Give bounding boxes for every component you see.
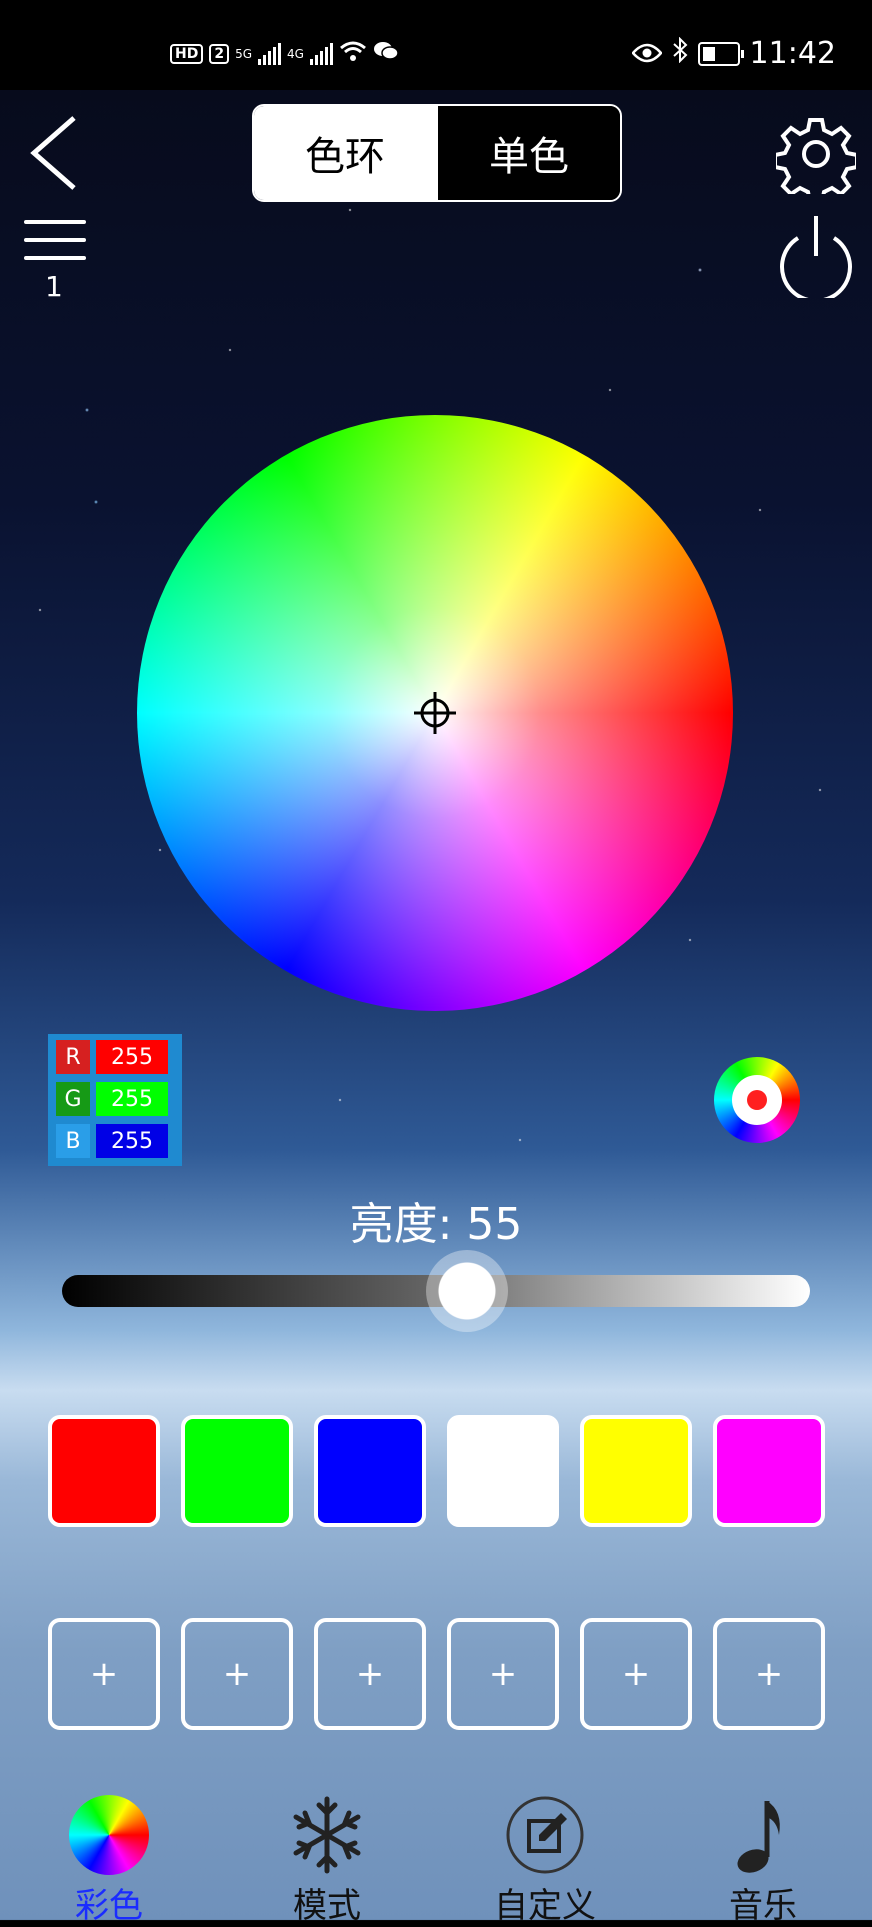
color-picker-crosshair[interactable] [414,692,456,734]
add-custom-color-button[interactable]: + [713,1618,825,1730]
color-wheel-icon [69,1795,149,1875]
preset-color-red[interactable] [48,1415,160,1527]
add-custom-color-button[interactable]: + [447,1618,559,1730]
tab-color-ring[interactable]: 色环 [254,106,436,200]
nav-item-music[interactable]: 音乐 [688,1790,838,1926]
menu-line [24,256,86,260]
status-bar: HD 2 5G 4G 11:42 [0,0,872,90]
status-right: 11:42 [630,36,836,71]
eye-icon [630,36,663,71]
battery-icon [697,41,744,66]
nav-item-color[interactable]: 彩色 [34,1790,184,1926]
preset-color-white[interactable] [447,1415,559,1527]
network-5g-label: 5G [235,46,253,61]
preset-color-magenta[interactable] [713,1415,825,1527]
menu-button[interactable] [24,220,86,276]
add-custom-color-button[interactable]: + [181,1618,293,1730]
bluetooth-icon [672,36,688,71]
mode-segmented-control: 色环 单色 [252,104,622,202]
preset-color-green[interactable] [181,1415,293,1527]
power-icon [780,216,852,303]
rgb-row-g: G 255 [56,1082,174,1116]
group-count-label: 1 [45,270,63,303]
power-button[interactable] [776,212,856,303]
brightness-label: 亮度: 55 [349,1199,523,1250]
rgb-key: G [56,1082,90,1116]
signal-icon [309,42,333,65]
add-custom-color-button[interactable]: + [580,1618,692,1730]
hd-badge: HD [170,43,204,64]
rgb-value: 255 [96,1082,168,1116]
signal-icon [258,42,282,65]
settings-button[interactable] [773,114,859,204]
tab-single-color[interactable]: 单色 [436,106,620,200]
rgb-row-b: B 255 [56,1124,174,1158]
status-time: 11:42 [749,36,836,71]
wifi-icon [339,40,367,67]
rgb-row-r: R 255 [56,1040,174,1074]
add-custom-color-button[interactable]: + [314,1618,426,1730]
preset-color-blue[interactable] [314,1415,426,1527]
rgb-key: R [56,1040,90,1074]
status-left: HD 2 5G 4G [170,40,399,67]
menu-line [24,238,86,242]
crosshair-icon [414,692,456,734]
menu-line [24,220,86,224]
color-ring-toggle-button[interactable] [714,1057,800,1143]
back-button[interactable] [20,108,90,198]
snowflake-icon [293,1796,361,1874]
nav-item-mode[interactable]: 模式 [252,1790,402,1926]
rgb-key: B [56,1124,90,1158]
nav-item-custom[interactable]: 自定义 [470,1790,620,1926]
chevron-left-icon [30,116,76,190]
preset-color-yellow[interactable] [580,1415,692,1527]
gear-icon [773,118,859,204]
wechat-icon [373,40,399,67]
brightness-slider-thumb[interactable] [426,1250,508,1332]
rgb-value: 255 [96,1124,168,1158]
network-4g-label: 4G [287,46,304,61]
sim-badge: 2 [209,43,230,64]
edit-icon [506,1796,584,1874]
add-custom-color-button[interactable]: + [48,1618,160,1730]
music-note-icon [737,1801,780,1873]
rgb-value: 255 [96,1040,168,1074]
rgb-readout: R 255 G 255 B 255 [48,1034,182,1166]
